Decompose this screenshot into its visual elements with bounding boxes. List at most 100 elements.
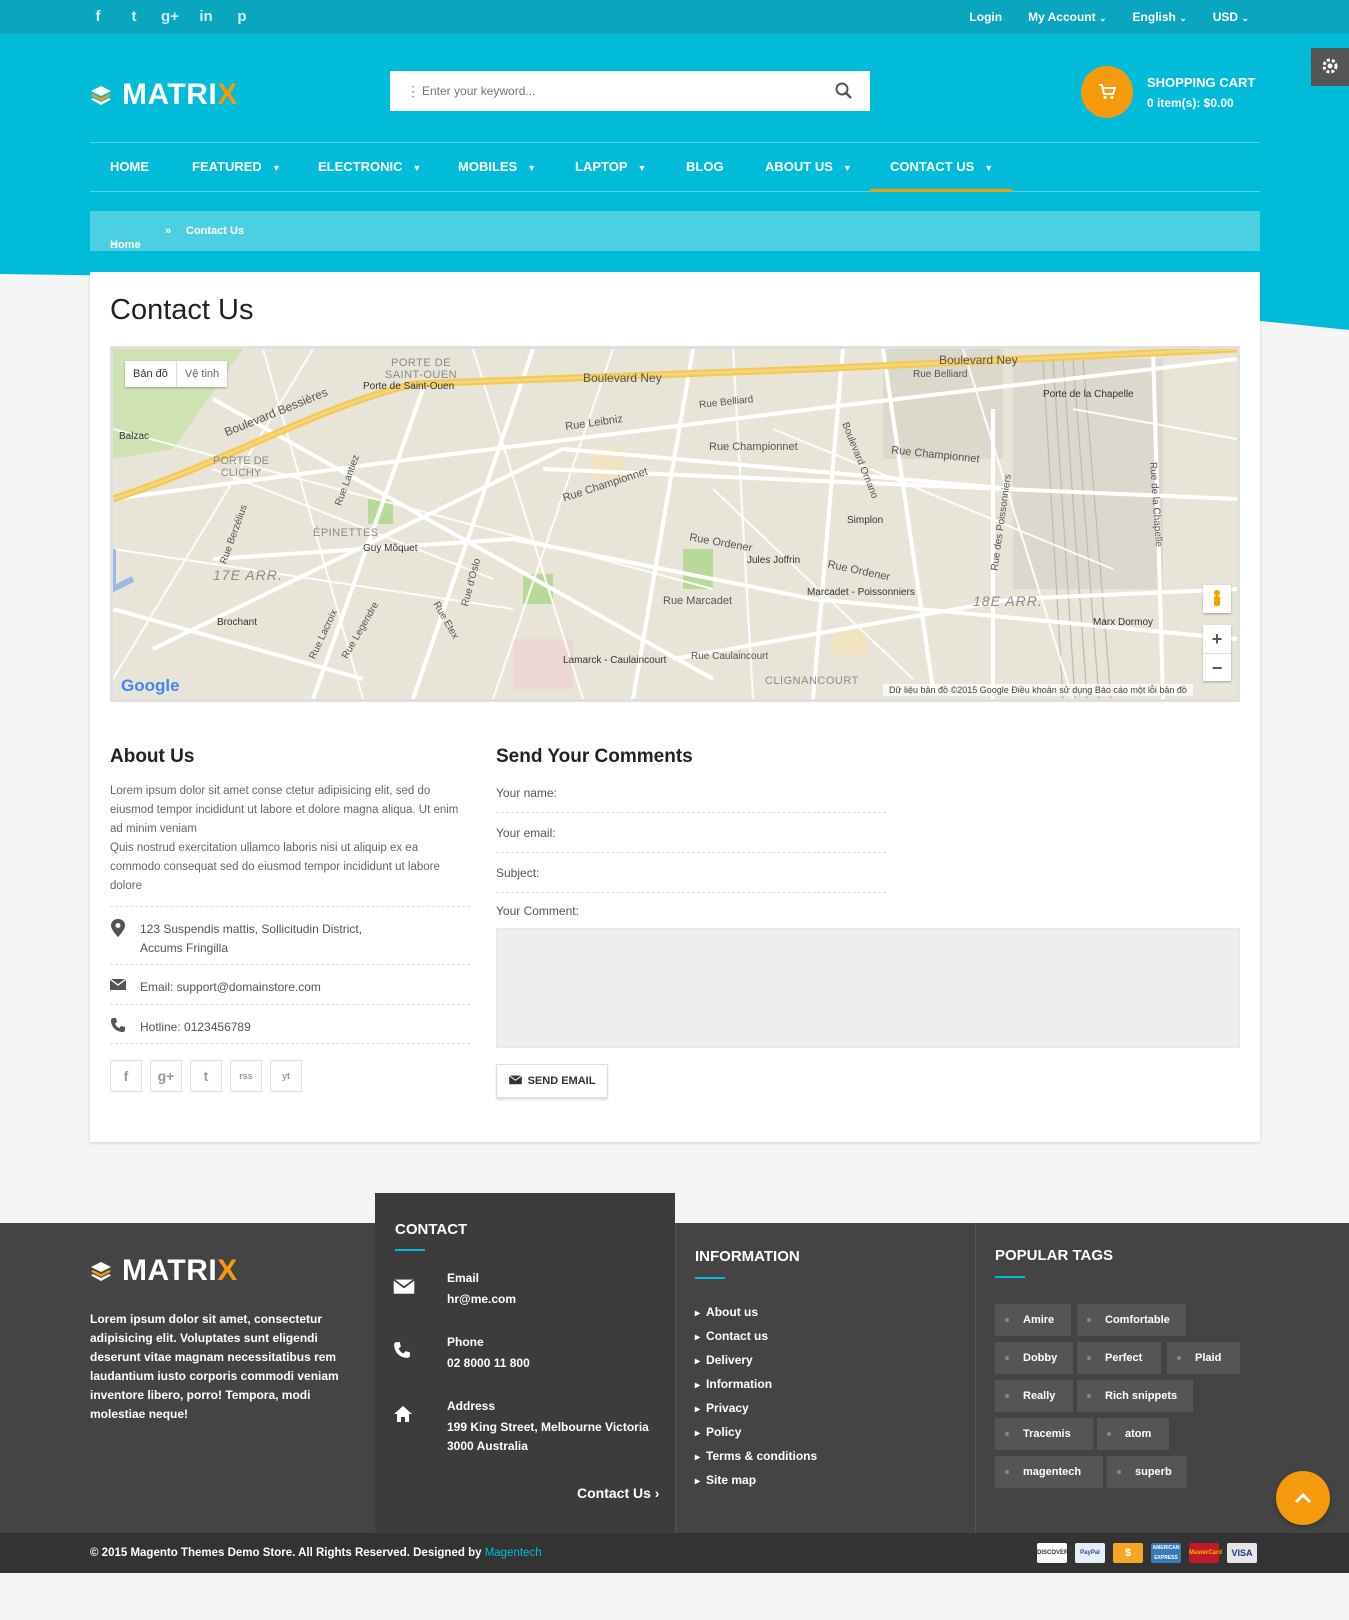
back-to-top-button[interactable] [1276, 1471, 1330, 1525]
footer-link-policy[interactable]: Policy [695, 1425, 741, 1439]
category-menu-icon[interactable]: ⋮ [406, 83, 420, 100]
comment-label: Your Comment: [496, 904, 579, 918]
send-email-button[interactable]: SEND EMAIL [496, 1064, 608, 1098]
zoom-in-button[interactable]: + [1203, 625, 1231, 653]
shopping-cart[interactable]: SHOPPING CART 0 item(s): $0.00 [1081, 66, 1255, 118]
tag-item[interactable]: Dobby [995, 1342, 1073, 1374]
footer-link-about-us[interactable]: About us [695, 1305, 758, 1319]
chevron-up-icon [1276, 1492, 1330, 1528]
nav-electronic[interactable]: ELECTRONIC ▼ [318, 143, 421, 191]
my-account-dropdown[interactable]: My Account ⌄ [1028, 10, 1106, 24]
map-type-map-button[interactable]: Bản đồ [125, 361, 176, 387]
footer-address: Address 199 King Street, Melbourne Victo… [375, 1399, 675, 1459]
map-type-control: Bản đồ Vệ tinh [125, 361, 228, 387]
cart-title: SHOPPING CART [1147, 74, 1256, 90]
linkedin-icon[interactable]: in [196, 8, 216, 25]
logo-layers-icon [90, 1261, 112, 1281]
footer-link-information[interactable]: Information [695, 1377, 772, 1391]
chevron-down-icon: ▼ [271, 163, 281, 173]
tag-item[interactable]: Perfect [1077, 1342, 1161, 1374]
name-field[interactable] [496, 812, 886, 813]
subject-field[interactable] [496, 892, 886, 893]
nav-laptop[interactable]: LAPTOP ▼ [575, 143, 646, 191]
tag-item[interactable]: Comfortable [1077, 1304, 1186, 1336]
gear-icon [1320, 56, 1340, 79]
tag-item[interactable]: magentech [995, 1456, 1103, 1488]
search-box: ⋮ [390, 71, 870, 111]
tag-item[interactable]: Plaid [1167, 1342, 1240, 1374]
breadcrumb-separator-icon: » [165, 225, 172, 237]
home-icon [393, 1405, 415, 1427]
map-label: 18E ARR. [973, 593, 1043, 609]
footer-link-privacy[interactable]: Privacy [695, 1401, 749, 1415]
zoom-out-button[interactable]: − [1203, 653, 1231, 681]
tag-item[interactable]: Really [995, 1380, 1073, 1412]
map-label: Rue Belliard [913, 369, 968, 380]
footer-link-site-map[interactable]: Site map [695, 1473, 756, 1487]
language-dropdown[interactable]: English ⌄ [1133, 10, 1187, 24]
twitter-icon[interactable]: t [124, 8, 144, 25]
google-plus-icon[interactable]: g+ [160, 8, 180, 25]
tag-item[interactable]: Rich snippets [1077, 1380, 1193, 1412]
facebook-icon[interactable]: f [110, 1060, 142, 1092]
footer-link-terms[interactable]: Terms & conditions [695, 1449, 817, 1463]
google-logo: Google [121, 676, 180, 695]
google-map[interactable]: Bản đồ Vệ tinh Boulevard Ney Boulevard N… [110, 346, 1240, 702]
twitter-icon[interactable]: t [190, 1060, 222, 1092]
tag-item[interactable]: Amire [995, 1304, 1071, 1336]
hotline-row: Hotline: 0123456789 [110, 1004, 470, 1044]
logo-text: MATRIX [122, 78, 238, 111]
nav-contact-us[interactable]: CONTACT US ▼ [890, 143, 993, 191]
footer-email-value[interactable]: hr@me.com [447, 1290, 667, 1309]
map-label: 17E ARR. [213, 567, 283, 583]
name-label: Your name: [496, 786, 557, 800]
login-link[interactable]: Login [969, 10, 1002, 24]
designer-link[interactable]: Magentech [485, 1547, 542, 1559]
map-label: CLIGNANCOURT [765, 675, 859, 687]
currency-dropdown[interactable]: USD ⌄ [1213, 10, 1249, 24]
site-logo[interactable]: MATRIX [90, 78, 238, 112]
street-view-pegman-icon[interactable] [1203, 585, 1231, 613]
contact-hotline[interactable]: Hotline: 0123456789 [140, 1018, 251, 1037]
map-label: Rue Championnet [709, 441, 798, 453]
settings-toggle-button[interactable] [1311, 48, 1349, 86]
contact-email[interactable]: Email: support@domainstore.com [140, 978, 321, 997]
nav-home[interactable]: HOME [110, 143, 149, 191]
title-underline [395, 1249, 425, 1251]
email-field[interactable] [496, 852, 886, 853]
footer-link-delivery[interactable]: Delivery [695, 1353, 753, 1367]
nav-about-us[interactable]: ABOUT US ▼ [765, 143, 852, 191]
pinterest-icon[interactable]: p [232, 8, 252, 25]
chevron-down-icon: ▼ [412, 163, 422, 173]
search-icon[interactable] [834, 81, 854, 101]
tag-item[interactable]: Tracemis [995, 1418, 1093, 1450]
nav-active-indicator [870, 189, 1012, 192]
footer-contact-us-link[interactable]: Contact Us › [577, 1485, 659, 1501]
top-social-links: f t g+ in p [88, 8, 252, 25]
map-type-satellite-button[interactable]: Vệ tinh [175, 361, 227, 387]
cart-summary: SHOPPING CART 0 item(s): $0.00 [1147, 75, 1255, 110]
footer-link-contact-us[interactable]: Contact us [695, 1329, 768, 1343]
comments-title: Send Your Comments [496, 746, 693, 767]
nav-featured[interactable]: FEATURED ▼ [192, 143, 281, 191]
map-label: Marcadet - Poissonniers [807, 587, 915, 598]
nav-mobiles[interactable]: MOBILES ▼ [458, 143, 536, 191]
youtube-icon[interactable]: yt [270, 1060, 302, 1092]
footer-logo[interactable]: MATRIX [90, 1254, 238, 1288]
logo-text: MATRIX [122, 1254, 238, 1287]
rss-icon[interactable]: rss [230, 1060, 262, 1092]
tag-item[interactable]: superb [1107, 1456, 1187, 1488]
facebook-icon[interactable]: f [88, 8, 108, 25]
cash-icon: $ [1113, 1543, 1143, 1563]
phone-icon [393, 1341, 415, 1363]
map-label: Guy Môquet [363, 543, 418, 554]
map-label: Boulevard Ney [583, 371, 662, 385]
comment-textarea[interactable] [496, 928, 1240, 1048]
map-label: PORTE DE SAINT-OUEN [384, 357, 458, 381]
nav-blog[interactable]: BLOG [686, 143, 724, 191]
footer-tags-title: POPULAR TAGS [995, 1247, 1114, 1264]
tag-item[interactable]: atom [1097, 1418, 1169, 1450]
search-input[interactable] [422, 71, 822, 111]
map-label: Simplon [847, 515, 884, 526]
google-plus-icon[interactable]: g+ [150, 1060, 182, 1092]
